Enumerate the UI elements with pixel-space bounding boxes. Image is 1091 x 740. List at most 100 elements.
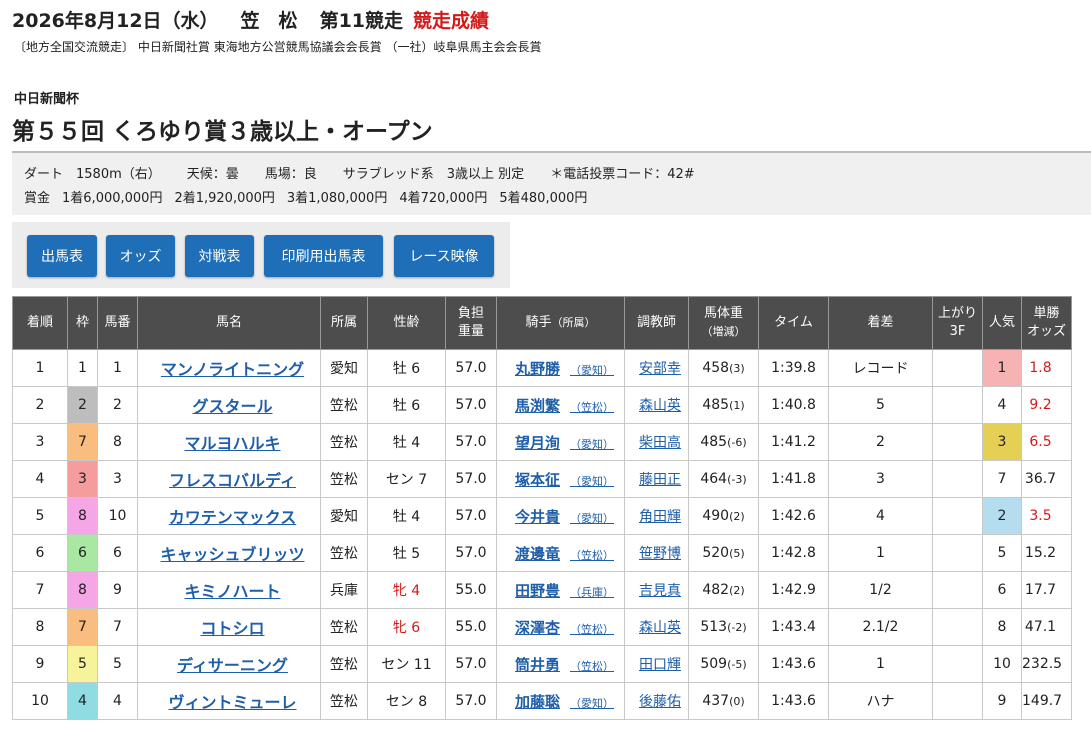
trainer-link[interactable]: 後藤佑 [639, 694, 681, 710]
rank-cell: 10 [12, 682, 68, 720]
number-cell: 2 [97, 386, 138, 424]
jockey-link[interactable]: 田野豊 [515, 582, 560, 600]
col-jockey: 騎手（所属） [496, 296, 625, 350]
jockey-affiliation[interactable]: （愛知） [570, 697, 614, 710]
trainer-link[interactable]: 安部幸 [639, 361, 681, 377]
trainer-link[interactable]: 森山英 [639, 620, 681, 636]
horse-link[interactable]: ディサーニング [177, 656, 288, 675]
jockey-affiliation[interactable]: （愛知） [570, 512, 614, 525]
table-row: 1 1 1 マンノライトニング 愛知牡 6 57.0 丸野勝 （愛知） 安部幸 458(3) 1:3… [12, 349, 1072, 387]
jockey-link[interactable]: 馬渕繁 [515, 397, 560, 415]
sexage-cell: 牝 6 [367, 608, 446, 646]
frame-cell: 8 [67, 497, 98, 535]
page-title: 第５５回 くろゆり賞３歳以上・オープン [12, 119, 433, 145]
trainer-link[interactable]: 田口輝 [639, 657, 681, 673]
trainer-link[interactable]: 笹野博 [639, 546, 681, 562]
odds-cell: 6.5 [1021, 423, 1072, 461]
horse-cell: マルヨハルキ [137, 423, 321, 461]
horse-cell: マンノライトニング [137, 349, 321, 387]
entries-button[interactable]: 出馬表 [27, 235, 97, 277]
horse-link[interactable]: マルヨハルキ [184, 434, 280, 453]
popularity-cell: 6 [982, 571, 1022, 609]
horse-cell: カワテンマックス [137, 497, 321, 535]
odds-cell: 17.7 [1021, 571, 1072, 609]
rank-cell: 4 [12, 460, 68, 498]
time-cell: 1:42.9 [758, 571, 829, 609]
jockey-link[interactable]: 加藤聡 [515, 693, 560, 711]
jockey-cell: 塚本征 （愛知） [496, 460, 625, 498]
horse-link[interactable]: フレスコバルディ [169, 471, 296, 490]
weight-cell: 57.0 [445, 460, 497, 498]
margin-cell: 2 [828, 423, 933, 461]
col-number: 馬番 [97, 296, 138, 350]
jockey-link[interactable]: 塚本征 [515, 471, 560, 489]
jockey-affiliation[interactable]: （兵庫） [570, 586, 614, 599]
trainer-cell: 藤田正 [624, 460, 689, 498]
jockey-affiliation[interactable]: （笠松） [570, 549, 614, 562]
belong-cell: 笠松 [320, 608, 368, 646]
jockey-cell: 今井貴 （愛知） [496, 497, 625, 535]
number-cell: 1 [97, 349, 138, 387]
time-cell: 1:39.8 [758, 349, 829, 387]
time-cell: 1:42.6 [758, 497, 829, 535]
horse-link[interactable]: グスタール [192, 397, 272, 416]
jockey-link[interactable]: 深澤杏 [515, 619, 560, 637]
weight-cell: 57.0 [445, 349, 497, 387]
jockey-affiliation[interactable]: （愛知） [570, 364, 614, 377]
jockey-link[interactable]: 筒井勇 [515, 656, 560, 674]
table-row: 6 6 6 キャッシュブリッツ 笠松牡 5 57.0 渡邊竜 （笠松） 笹野博 520(5) 1:4… [12, 534, 1072, 572]
horse-link[interactable]: キャッシュブリッツ [160, 545, 304, 564]
trainer-cell: 森山英 [624, 386, 689, 424]
jockey-link[interactable]: 渡邊竜 [515, 545, 560, 563]
last3f-cell [932, 534, 983, 572]
horse-link[interactable]: コトシロ [200, 619, 264, 638]
jockey-cell: 馬渕繁 （笠松） [496, 386, 625, 424]
table-row: 8 7 7 コトシロ 笠松牝 6 55.0 深澤杏 （笠松） 森山英 513(-2) 1:43.4 2… [12, 608, 1072, 646]
jockey-link[interactable]: 丸野勝 [515, 360, 560, 378]
col-popularity: 人気 [982, 296, 1022, 350]
number-cell: 5 [97, 645, 138, 683]
body-weight-cell: 437(0) [688, 682, 759, 720]
jockey-affiliation[interactable]: （愛知） [570, 438, 614, 451]
trainer-link[interactable]: 藤田正 [639, 472, 681, 488]
jockey-affiliation[interactable]: （笠松） [570, 401, 614, 414]
jockey-affiliation[interactable]: （愛知） [570, 475, 614, 488]
jockey-affiliation[interactable]: （笠松） [570, 660, 614, 673]
horse-link[interactable]: マンノライトニング [161, 360, 304, 379]
sexage-cell: 牡 4 [367, 497, 446, 535]
jockey-affiliation[interactable]: （笠松） [570, 623, 614, 636]
sexage-cell: 牡 6 [367, 349, 446, 387]
jockey-link[interactable]: 望月洵 [515, 434, 560, 452]
last3f-cell [932, 608, 983, 646]
jockey-cell: 丸野勝 （愛知） [496, 349, 625, 387]
race-video-button[interactable]: レース映像 [394, 235, 494, 277]
horse-link[interactable]: キミノハート [184, 582, 280, 601]
body-weight-cell: 482(2) [688, 571, 759, 609]
trainer-link[interactable]: 吉見真 [639, 583, 681, 599]
table-row: 3 7 8 マルヨハルキ 笠松牡 4 57.0 望月洵 （愛知） 柴田高 485(-6) 1:41.… [12, 423, 1072, 461]
odds-button[interactable]: オッズ [106, 235, 175, 277]
frame-cell: 3 [67, 460, 98, 498]
prize-1: 1着6,000,000円 [62, 191, 163, 206]
horse-link[interactable]: カワテンマックス [169, 508, 297, 527]
prize-4: 4着720,000円 [399, 191, 488, 206]
rank-cell: 7 [12, 571, 68, 609]
trainer-link[interactable]: 森山英 [639, 398, 681, 414]
table-row: 7 8 9 キミノハート 兵庫牝 4 55.0 田野豊 （兵庫） 吉見真 482(2) 1:42.9… [12, 571, 1072, 609]
margin-cell: 2.1/2 [828, 608, 933, 646]
body-weight-cell: 464(-3) [688, 460, 759, 498]
trainer-cell: 後藤佑 [624, 682, 689, 720]
race-course: 笠 松 [240, 10, 298, 32]
prize-money: 賞金 1着6,000,000円 2着1,920,000円 3着1,080,000円 4着… [24, 187, 599, 206]
jockey-cell: 田野豊 （兵庫） [496, 571, 625, 609]
trainer-link[interactable]: 柴田高 [639, 435, 681, 451]
weight-cell: 57.0 [445, 386, 497, 424]
number-cell: 4 [97, 682, 138, 720]
rank-cell: 1 [12, 349, 68, 387]
results-table: 着順 枠 馬番 馬名 所属 性齢 負担 重量 騎手（所属） 調教師 馬体重 （増減）… [12, 296, 1072, 720]
jockey-link[interactable]: 今井貴 [515, 508, 560, 526]
horse-link[interactable]: ヴィントミューレ [168, 693, 296, 712]
trainer-link[interactable]: 角田輝 [639, 509, 681, 525]
print-entries-button[interactable]: 印刷用出馬表 [264, 235, 383, 277]
matchup-button[interactable]: 対戦表 [185, 235, 254, 277]
